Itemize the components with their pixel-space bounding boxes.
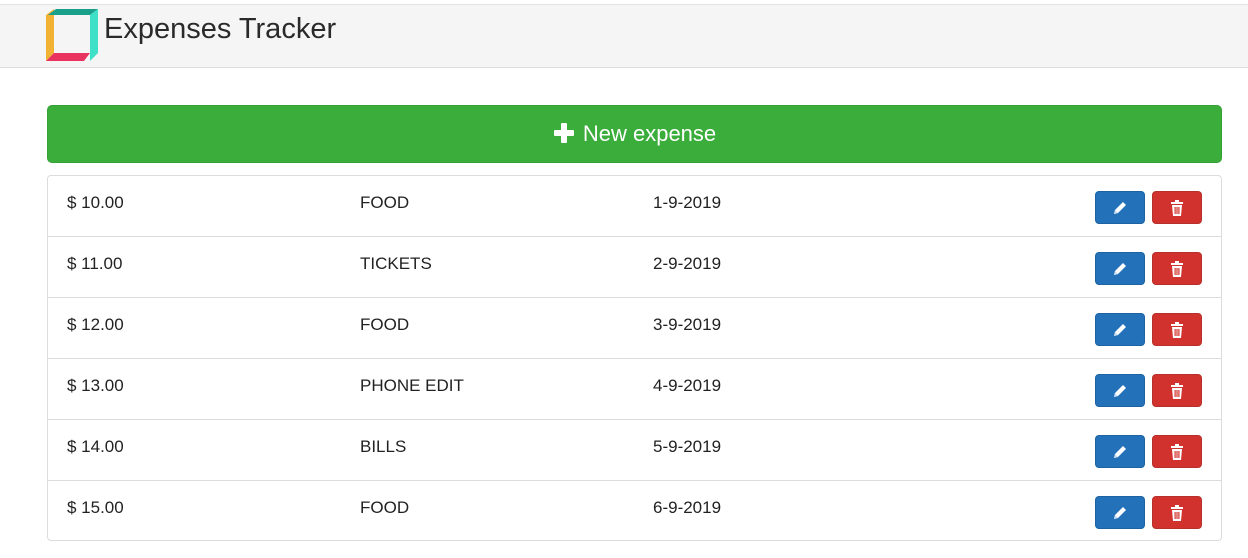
expense-category: FOOD <box>360 498 410 517</box>
expense-row: $ 14.00 BILLS 5-9-2019 <box>48 420 1221 481</box>
expense-category: TICKETS <box>360 254 432 273</box>
trash-icon <box>1168 382 1186 400</box>
delete-expense-button[interactable] <box>1152 252 1202 285</box>
expense-row: $ 13.00 PHONE EDIT 4-9-2019 <box>48 359 1221 420</box>
expense-row: $ 11.00 TICKETS 2-9-2019 <box>48 237 1221 298</box>
new-expense-label: New expense <box>582 121 717 146</box>
trash-icon <box>1168 443 1186 461</box>
app-title: Expenses Tracker <box>104 13 337 45</box>
expense-amount: $ 11.00 <box>67 254 123 273</box>
pencil-icon <box>1111 199 1129 217</box>
navbar: Expenses Tracker <box>0 4 1248 68</box>
expense-amount: $ 14.00 <box>67 437 124 456</box>
edit-expense-button[interactable] <box>1095 191 1145 224</box>
expense-date: 4-9-2019 <box>653 376 722 395</box>
edit-expense-button[interactable] <box>1095 374 1145 407</box>
trash-icon <box>1168 260 1186 278</box>
logo-icon <box>46 9 98 61</box>
delete-expense-button[interactable] <box>1152 435 1202 468</box>
new-expense-button[interactable]: New expense <box>47 105 1222 163</box>
expense-amount: $ 13.00 <box>67 376 124 395</box>
expense-date: 2-9-2019 <box>653 254 722 273</box>
pencil-icon <box>1111 443 1129 461</box>
expense-date: 5-9-2019 <box>653 437 722 456</box>
expense-row: $ 10.00 FOOD 1-9-2019 <box>48 176 1221 237</box>
delete-expense-button[interactable] <box>1152 191 1202 224</box>
expense-category: BILLS <box>360 437 407 456</box>
delete-expense-button[interactable] <box>1152 496 1202 529</box>
expense-row: $ 12.00 FOOD 3-9-2019 <box>48 298 1221 359</box>
plus-icon <box>553 123 574 143</box>
edit-expense-button[interactable] <box>1095 435 1145 468</box>
pencil-icon <box>1111 504 1129 522</box>
expense-date: 3-9-2019 <box>653 315 722 334</box>
delete-expense-button[interactable] <box>1152 374 1202 407</box>
expense-amount: $ 15.00 <box>67 498 124 517</box>
expense-date: 1-9-2019 <box>653 193 722 212</box>
edit-expense-button[interactable] <box>1095 252 1145 285</box>
pencil-icon <box>1111 382 1129 400</box>
pencil-icon <box>1111 260 1129 278</box>
expense-list: $ 10.00 FOOD 1-9-2019 $ 11.00 TICKETS 2-9-201… <box>47 175 1222 541</box>
expense-row: $ 15.00 FOOD 6-9-2019 <box>48 481 1221 540</box>
trash-icon <box>1168 199 1186 217</box>
expense-amount: $ 10.00 <box>67 193 124 212</box>
trash-icon <box>1168 504 1186 522</box>
expense-amount: $ 12.00 <box>67 315 124 334</box>
pencil-icon <box>1111 321 1129 339</box>
edit-expense-button[interactable] <box>1095 496 1145 529</box>
expense-date: 6-9-2019 <box>653 498 722 517</box>
edit-expense-button[interactable] <box>1095 313 1145 346</box>
expense-category: FOOD <box>360 193 410 212</box>
trash-icon <box>1168 321 1186 339</box>
delete-expense-button[interactable] <box>1152 313 1202 346</box>
expense-category: PHONE EDIT <box>360 376 464 395</box>
expense-category: FOOD <box>360 315 410 334</box>
